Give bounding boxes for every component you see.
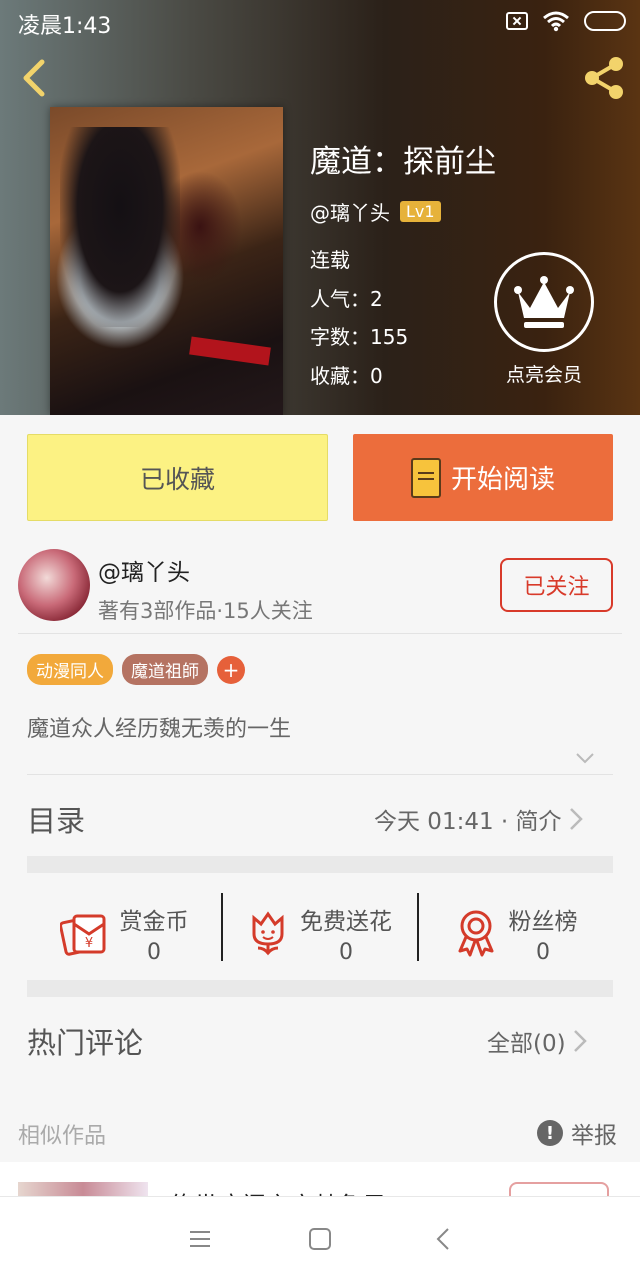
follow-label: 已关注 [523,575,590,600]
add-tag-button[interactable]: + [217,655,245,684]
all-comments-link[interactable]: 全部(0) [487,1024,588,1058]
tag-list: 动漫同人 魔道祖師 + [27,654,245,685]
stat-value: 0 [147,939,161,965]
svg-text:¥: ¥ [84,936,92,951]
status-time: 凌晨1:43 [18,14,112,39]
follow-button[interactable]: 已关注 [500,558,613,612]
book-title: 魔道：探前尘 [310,144,496,180]
catalog-title[interactable]: 目录 [27,798,85,840]
level-badge: Lv1 [400,201,441,222]
flower-icon [252,911,284,956]
chevron-right-icon [573,1030,587,1052]
start-reading-label: 开始阅读 [450,465,555,495]
stat-label: 粉丝榜 [508,908,578,935]
all-comments-label: 全部(0) [487,1031,566,1057]
catalog-info: 今天 01:41 · 简介 [374,809,562,835]
vip-label: 点亮会员 [505,364,582,386]
stat-value: 0 [536,939,550,965]
similar-works-heading: 相似作品 [18,1124,107,1149]
tag-item[interactable]: 动漫同人 [27,654,113,685]
book-popularity: 人气：2 [310,287,383,311]
crown-icon [514,276,574,328]
fan-ranking-button[interactable]: 粉丝榜 0 [419,873,613,993]
stat-value: 0 [339,939,353,965]
hot-comments-title: 热门评论 [27,1026,144,1060]
send-flower-button[interactable]: 免费送花 0 [223,873,417,993]
status-bar: 凌晨1:43 [0,0,640,44]
medal-icon [458,910,493,957]
chevron-down-icon[interactable] [575,748,595,768]
author-card-name: @璃丫头 [98,560,190,586]
favorited-label: 已收藏 [139,464,215,494]
book-favorites: 收藏：0 [310,364,383,388]
book-intro: 魔道众人经历魏无羡的一生 [27,717,292,742]
report-button[interactable]: ! 举报 [537,1116,617,1150]
chevron-right-icon [569,808,583,830]
favorited-button[interactable]: 已收藏 [27,434,328,521]
book-word-count: 字数：155 [310,325,409,349]
divider [18,633,622,634]
book-author[interactable]: @璃丫头 [310,197,390,226]
exclamation-icon: ! [537,1120,563,1146]
report-label: 举报 [571,1123,617,1149]
system-nav-bar [0,1196,640,1280]
start-reading-button[interactable]: 开始阅读 [353,434,613,521]
nav-back-icon[interactable] [430,1225,458,1253]
wifi-icon [543,11,569,32]
stat-label: 赏金币 [119,908,189,935]
back-icon[interactable] [16,56,52,100]
action-bar: 已收藏 开始阅读 [0,415,640,535]
section-separator [27,856,613,873]
share-icon[interactable] [580,54,628,102]
author-card-subtitle: 著有3部作品·15人关注 [98,599,313,623]
avatar[interactable] [18,549,90,621]
author-card[interactable]: @璃丫头 著有3部作品·15人关注 已关注 [0,535,640,635]
reward-stats: ¥ 赏金币 0 免费送花 0 粉丝榜 0 [27,873,613,993]
stat-label: 免费送花 [300,908,392,935]
book-status: 连载 [310,248,350,272]
catalog-link[interactable]: 今天 01:41 · 简介 [374,802,584,836]
tag-item[interactable]: 魔道祖師 [122,654,208,685]
book-header: 凌晨1:43 魔道：探前尘 @璃丫头 Lv1 连载 人气：2 字数：155 收藏… [0,0,640,415]
section-separator [27,980,613,997]
red-envelope-coin-icon: ¥ [59,914,105,956]
no-sim-icon [506,12,528,30]
divider [27,774,613,775]
reward-coin-button[interactable]: ¥ 赏金币 0 [27,873,221,993]
menu-icon[interactable] [186,1225,214,1253]
book-icon [410,457,441,498]
vip-button[interactable]: 点亮会员 [492,252,596,392]
home-icon[interactable] [306,1225,334,1253]
book-cover[interactable] [50,107,283,415]
battery-icon [584,11,626,31]
